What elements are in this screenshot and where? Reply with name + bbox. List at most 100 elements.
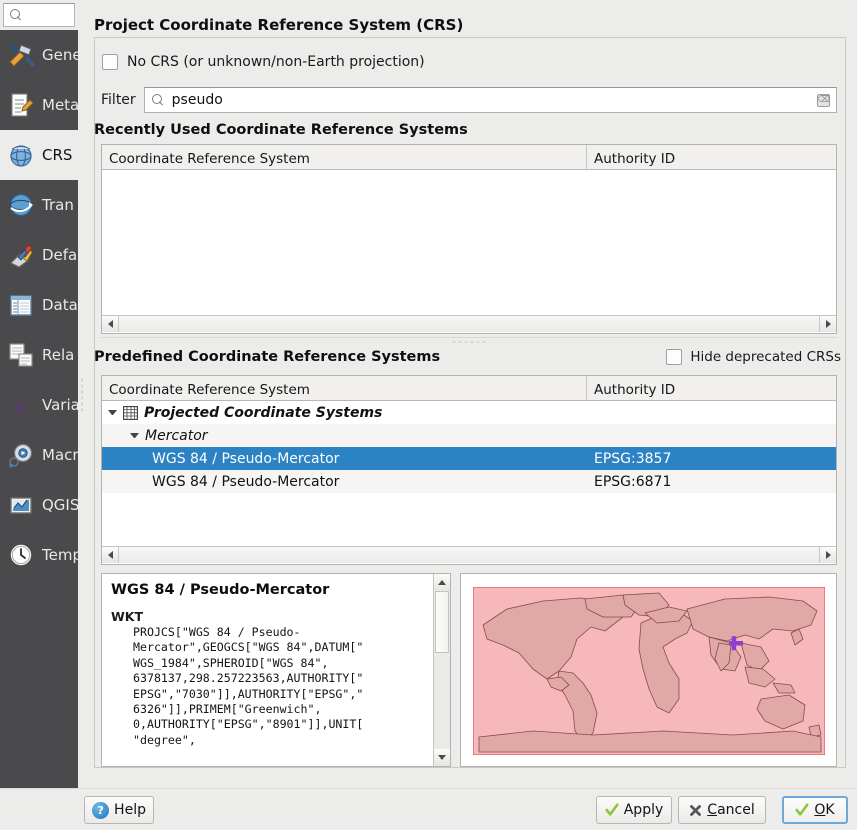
sidebar-item-label: Defa	[42, 246, 78, 264]
vscroll-track[interactable]	[434, 591, 450, 749]
sidebar-item-gene[interactable]: Gene	[0, 30, 78, 80]
cancel-button[interactable]: Cancel	[678, 796, 766, 824]
predefined-hscrollbar[interactable]	[102, 546, 836, 563]
scroll-up-arrow-icon[interactable]	[434, 574, 450, 591]
no-crs-checkbox[interactable]	[102, 54, 118, 70]
ok-button[interactable]: OK	[782, 796, 848, 824]
svg-text:ε: ε	[16, 394, 26, 418]
filter-input[interactable]: pseudo ⌫	[143, 87, 837, 113]
crs-page: Project Coordinate Reference System (CRS…	[86, 0, 857, 788]
sidebar-item-meta[interactable]: Meta	[0, 80, 78, 130]
dialog-button-bar: ? Help Apply Cancel OK	[0, 788, 857, 830]
column-header-authority[interactable]: Authority ID	[587, 145, 836, 169]
cancel-mnemonic: C	[707, 802, 718, 818]
sidebar-item-defa[interactable]: Defa	[0, 230, 78, 280]
wkt-text: PROJCS["WGS 84 / Pseudo- Mercator",GEOGC…	[133, 625, 364, 747]
search-icon	[151, 93, 165, 107]
filter-row: Filter pseudo ⌫	[101, 87, 837, 113]
sidebar: Gene Meta CRS Tran Defa Data Rela ε Varia Macr QGI…	[0, 0, 78, 788]
ok-mnemonic: O	[814, 802, 826, 818]
vscroll-thumb[interactable]	[435, 591, 449, 653]
help-button[interactable]: ? Help	[84, 796, 154, 824]
sidebar-item-data[interactable]: Data	[0, 280, 78, 330]
recently-used-hscrollbar[interactable]	[102, 315, 836, 332]
table-row[interactable]: Mercator	[102, 424, 836, 447]
scroll-left-arrow-icon[interactable]	[102, 316, 119, 332]
column-header-authority[interactable]: Authority ID	[587, 376, 836, 400]
hscroll-track[interactable]	[119, 316, 819, 332]
no-crs-checkbox-row[interactable]: No CRS (or unknown/non-Earth projection)	[102, 54, 425, 70]
apply-button[interactable]: Apply	[596, 796, 672, 824]
table-row[interactable]: Projected Coordinate Systems	[102, 401, 836, 424]
scroll-left-arrow-icon[interactable]	[102, 547, 119, 563]
qgis-server-icon	[7, 491, 35, 519]
crs-details-vscrollbar[interactable]	[433, 574, 450, 766]
sidebar-item-macr[interactable]: Macr	[0, 430, 78, 480]
sidebar-item-rela[interactable]: Rela	[0, 330, 78, 380]
filter-value: pseudo	[171, 92, 223, 108]
globe-icon	[7, 141, 35, 169]
recently-used-table[interactable]: Coordinate Reference System Authority ID	[101, 144, 837, 334]
grid-icon	[123, 405, 138, 420]
world-map-preview-icon	[473, 587, 825, 755]
scroll-right-arrow-icon[interactable]	[819, 316, 836, 332]
project-properties-dialog: Gene Meta CRS Tran Defa Data Rela ε Varia Macr QGI…	[0, 0, 857, 830]
sidebar-item-qgis[interactable]: QGIS	[0, 480, 78, 530]
crs-name: WGS 84 / Pseudo-Mercator	[152, 473, 340, 490]
hide-deprecated-checkbox[interactable]	[666, 349, 683, 365]
document-pencil-icon	[7, 91, 35, 119]
no-crs-label: No CRS (or unknown/non-Earth projection)	[127, 54, 425, 70]
crs-details-panel[interactable]: WGS 84 / Pseudo-Mercator WKT PROJCS["WGS…	[101, 573, 451, 767]
scroll-right-arrow-icon[interactable]	[819, 547, 836, 563]
table-row[interactable]: WGS 84 / Pseudo-Mercator EPSG:3857	[102, 447, 836, 470]
chevron-down-icon[interactable]	[108, 410, 117, 415]
ok-rest: K	[825, 802, 835, 818]
sidebar-item-label: Macr	[42, 446, 78, 464]
sidebar-item-temp[interactable]: Temp	[0, 530, 78, 580]
crs-name-cell: WGS 84 / Pseudo-Mercator	[102, 447, 587, 470]
predefined-header: Coordinate Reference System Authority ID	[102, 376, 836, 401]
sidebar-search-input[interactable]	[3, 3, 75, 27]
table-row[interactable]: WGS 84 / Pseudo-Mercator EPSG:6871	[102, 470, 836, 493]
sidebar-item-tran[interactable]: Tran	[0, 180, 78, 230]
authority-id-cell: EPSG:3857	[594, 450, 672, 467]
relations-icon	[7, 341, 35, 369]
predefined-title: Predefined Coordinate Reference Systems	[94, 349, 441, 365]
sidebar-item-varia[interactable]: ε Varia	[0, 380, 78, 430]
hide-deprecated-row[interactable]: Hide deprecated CRSs	[666, 349, 841, 365]
column-header-crs[interactable]: Coordinate Reference System	[102, 376, 587, 400]
panel-splitter[interactable]	[101, 337, 837, 347]
sidebar-search-wrap	[0, 0, 78, 30]
globe-arrows-icon	[7, 191, 35, 219]
paintbrush-icon	[7, 241, 35, 269]
sidebar-item-label: Rela	[42, 346, 75, 364]
page-title: Project Coordinate Reference System (CRS…	[94, 16, 464, 34]
hscroll-track[interactable]	[119, 547, 819, 563]
clear-icon[interactable]: ⌫	[817, 93, 830, 107]
sidebar-item-label: Varia	[42, 396, 78, 414]
filter-label: Filter	[101, 92, 136, 108]
gear-play-icon	[7, 441, 35, 469]
crs-extent-preview[interactable]	[460, 573, 837, 767]
splitter-grip-dots	[80, 377, 83, 411]
predefined-body[interactable]: Projected Coordinate Systems Mercator WGS …	[102, 401, 836, 546]
column-header-crs[interactable]: Coordinate Reference System	[102, 145, 587, 169]
crs-details-content: WGS 84 / Pseudo-Mercator WKT PROJCS["WGS…	[102, 574, 450, 748]
chevron-down-icon[interactable]	[130, 433, 139, 438]
recently-used-header: Coordinate Reference System Authority ID	[102, 145, 836, 170]
sidebar-splitter[interactable]	[78, 0, 86, 788]
check-icon	[795, 803, 809, 816]
crs-name: WGS 84 / Pseudo-Mercator	[152, 450, 340, 467]
scroll-down-arrow-icon[interactable]	[434, 749, 450, 766]
wkt-label: WKT	[111, 609, 144, 624]
crs-name-cell: WGS 84 / Pseudo-Mercator	[102, 470, 587, 493]
sidebar-item-label: Meta	[42, 96, 78, 114]
recently-used-body[interactable]	[102, 170, 836, 315]
sidebar-item-crs[interactable]: CRS	[0, 130, 78, 180]
sidebar-item-label: Gene	[42, 46, 78, 64]
crs-name-cell: Projected Coordinate Systems	[102, 401, 587, 424]
crs-name: Projected Coordinate Systems	[144, 404, 383, 421]
help-button-label: Help	[114, 802, 146, 818]
predefined-crs-tree[interactable]: Coordinate Reference System Authority ID…	[101, 375, 837, 565]
clock-icon	[7, 541, 35, 569]
